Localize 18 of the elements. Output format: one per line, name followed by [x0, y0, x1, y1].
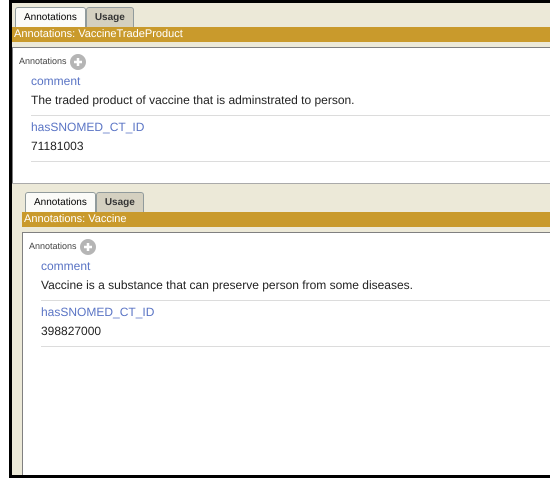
property-name[interactable]: hasSNOMED_CT_ID [41, 303, 550, 321]
tab[interactable]: Usage [96, 192, 144, 212]
add-icon[interactable] [80, 239, 96, 255]
property-value: Vaccine is a substance that can preserve person from some diseases. [41, 277, 414, 294]
property-name[interactable]: hasSNOMED_CT_ID [31, 118, 550, 136]
property-value: The traded product of vaccine that is adminstrated to person. [31, 92, 356, 109]
tab[interactable]: Annotations [25, 192, 96, 212]
section-label: Annotations [29, 240, 77, 254]
section-label: Annotations [19, 55, 67, 68]
tab[interactable]: Usage [86, 7, 134, 27]
add-icon[interactable] [70, 54, 86, 70]
panel-title-bar: Annotations: VaccineTradeProduct [12, 27, 550, 42]
tab[interactable]: Annotations [15, 7, 86, 27]
property-name[interactable]: comment [41, 257, 550, 275]
property-name[interactable]: comment [31, 72, 550, 90]
property-value: 398827000 [41, 323, 102, 340]
panel-title-bar: Annotations: Vaccine [22, 212, 550, 227]
property-value: 71181003 [31, 138, 84, 155]
